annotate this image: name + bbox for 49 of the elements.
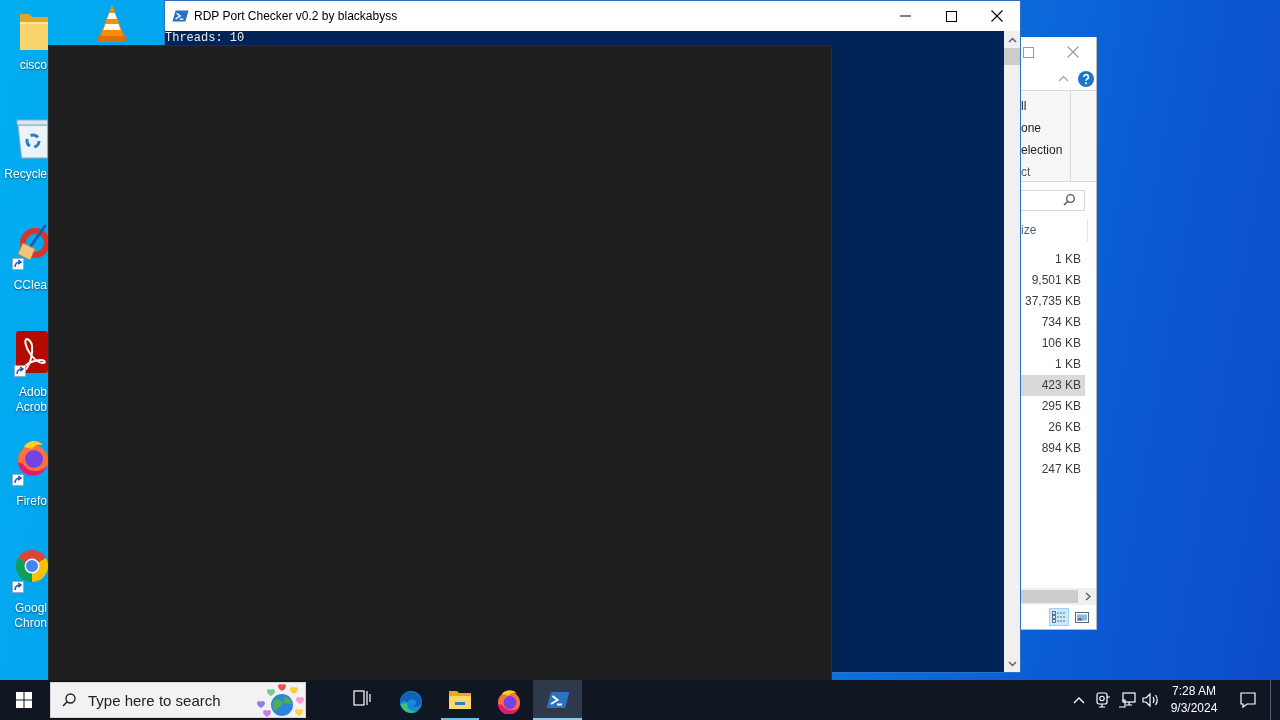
scroll-up-icon[interactable] (1007, 36, 1017, 43)
webcam-icon[interactable] (1095, 692, 1111, 708)
firefox-icon[interactable] (12, 438, 48, 486)
edge-icon[interactable] (398, 690, 423, 714)
search-field[interactable]: Type here to search (50, 682, 306, 718)
file-size-cell[interactable]: 295 KB (1021, 396, 1085, 417)
search-field[interactable] (1021, 189, 1085, 211)
clock-button[interactable]: 7:28 AM 9/3/2024 (1163, 680, 1225, 720)
volume-icon[interactable] (1142, 692, 1160, 708)
recycle-bin-icon[interactable] (16, 117, 48, 159)
broom-icon[interactable] (12, 224, 48, 270)
file-size-cell[interactable]: 423 KB (1021, 375, 1085, 396)
network-icon[interactable] (1118, 692, 1136, 708)
ribbon-group-label: ct (1021, 164, 1031, 181)
file-size-cell[interactable]: 734 KB (1021, 312, 1085, 333)
scroll-down-icon[interactable] (1007, 660, 1017, 667)
file-size-cell[interactable]: 1 KB (1021, 249, 1085, 270)
file-size-cell[interactable]: 1 KB (1021, 354, 1085, 375)
file-size-cell[interactable]: 9,501 KB (1021, 270, 1085, 291)
scrollbar-thumb[interactable] (1021, 590, 1078, 603)
task-view-icon[interactable] (352, 690, 371, 706)
window-title: RDP Port Checker v0.2 by blackabyss (194, 9, 398, 23)
taskbar-app-button[interactable] (533, 680, 582, 720)
file-size-cell[interactable]: 26 KB (1021, 417, 1085, 438)
search-icon (62, 693, 76, 707)
powershell-icon (172, 9, 189, 23)
file-size-cell[interactable]: 106 KB (1021, 333, 1085, 354)
folder-icon[interactable] (447, 690, 472, 710)
help-icon[interactable] (1078, 70, 1094, 87)
powershell-icon[interactable] (545, 690, 570, 710)
search-icon[interactable] (1063, 194, 1075, 206)
chevron-right-icon[interactable] (1085, 592, 1091, 601)
ribbon-command[interactable]: one (1021, 117, 1042, 139)
traffic-cone-icon[interactable] (94, 4, 130, 42)
file-size-cell[interactable]: 247 KB (1021, 459, 1085, 480)
notification-icon[interactable] (1238, 691, 1257, 709)
maximize-icon[interactable] (945, 10, 957, 22)
file-size-cell[interactable]: 894 KB (1021, 438, 1085, 459)
file-size-cell[interactable]: 37,735 KB (1021, 291, 1085, 312)
minimize-icon[interactable] (899, 15, 911, 17)
globe-hearts-icon[interactable] (255, 683, 305, 717)
scrollbar-thumb[interactable] (1004, 48, 1020, 65)
acrobat-icon[interactable] (14, 331, 48, 377)
firefox-icon[interactable] (496, 690, 521, 714)
ribbon-command[interactable]: ll (1021, 95, 1027, 117)
ribbon-command[interactable]: election (1021, 139, 1063, 161)
close-icon[interactable] (991, 10, 1003, 22)
console-line: Threads: 10 (165, 31, 245, 45)
column-header[interactable]: ize (1021, 223, 1037, 237)
